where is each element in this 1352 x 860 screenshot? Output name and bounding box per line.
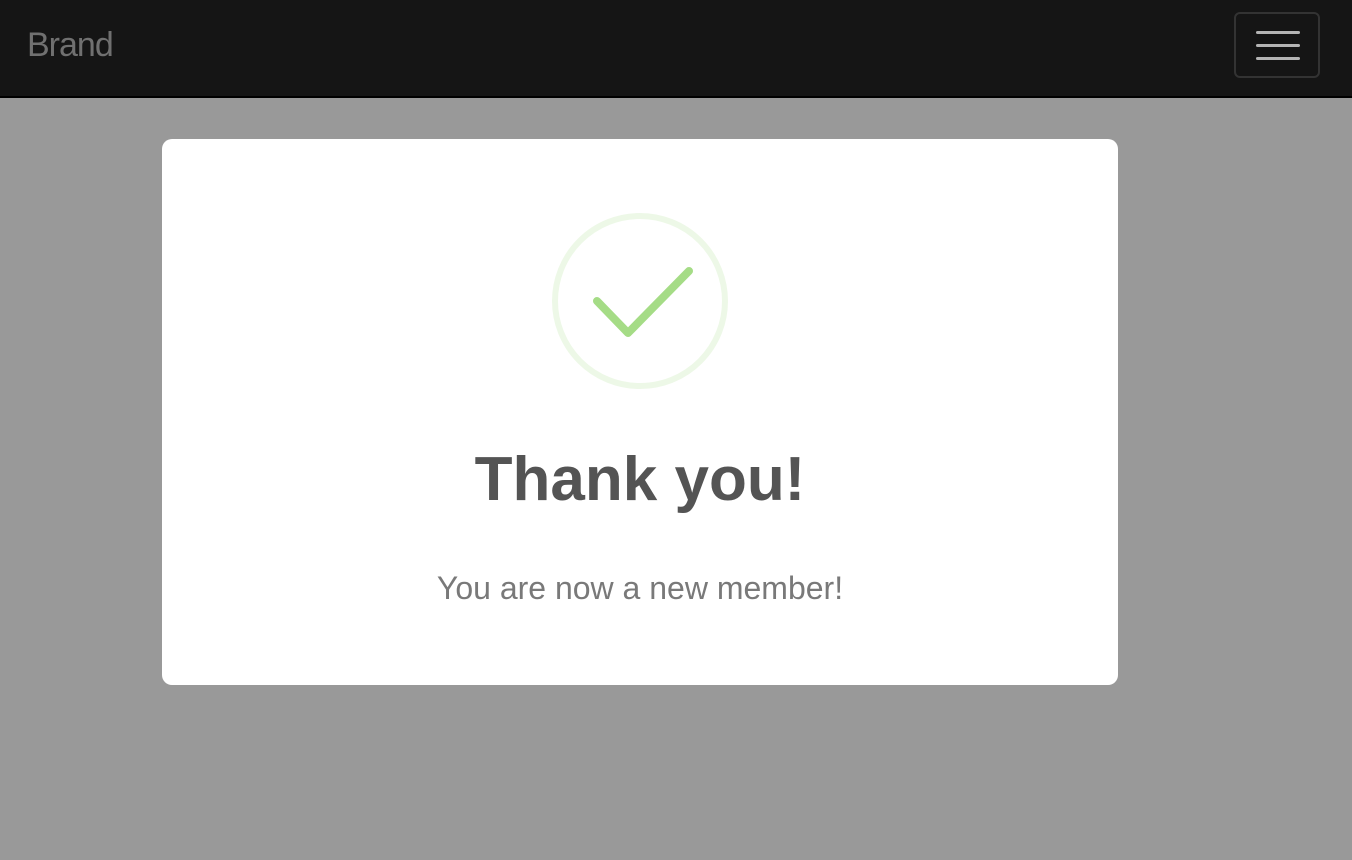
page: Brand Thank you! You are now a new membe… <box>0 0 1352 860</box>
brand-link[interactable]: Brand <box>27 24 114 66</box>
menu-toggle-button[interactable] <box>1234 12 1320 78</box>
modal-message: You are now a new member! <box>436 570 844 606</box>
success-modal: Thank you! You are now a new member! <box>162 139 1118 685</box>
modal-title: Thank you! <box>474 445 806 514</box>
success-checkmark-icon <box>552 213 728 389</box>
navbar: Brand <box>0 0 1352 98</box>
